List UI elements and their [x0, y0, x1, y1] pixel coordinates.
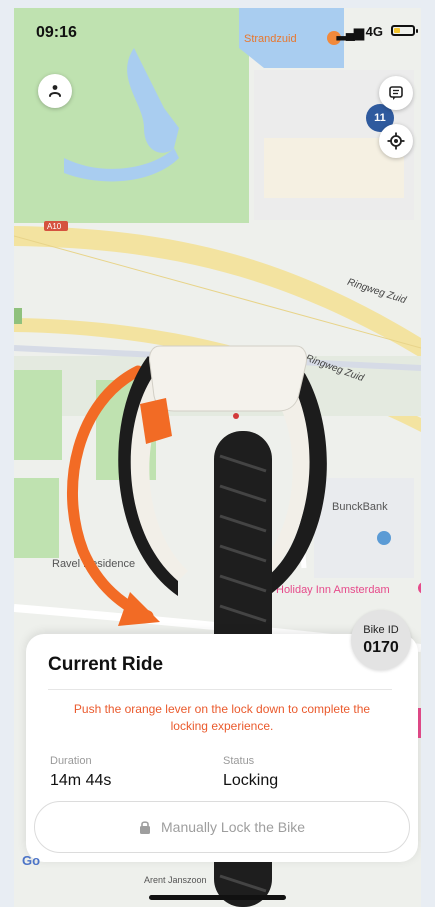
locate-button[interactable] — [379, 124, 413, 158]
duration-label: Duration — [50, 755, 92, 767]
card-divider — [48, 689, 392, 690]
status-time: 09:16 — [36, 24, 77, 41]
locate-icon — [387, 132, 405, 150]
message-icon — [389, 86, 403, 100]
network-type: 4G — [365, 24, 383, 39]
bike-id-value: 0170 — [363, 639, 399, 656]
road-label-a10: A10 — [47, 222, 62, 231]
card-title: Current Ride — [48, 654, 164, 675]
person-icon — [49, 85, 61, 97]
status-label: Status — [223, 755, 255, 767]
phone-screen: Strandzuid Ringweg Zuid Ringweg Zuid A10… — [14, 8, 421, 907]
battery-fill — [394, 28, 401, 33]
battery-icon — [391, 25, 418, 36]
duration-value: 14m 44s — [50, 772, 112, 789]
profile-button[interactable] — [38, 74, 72, 108]
home-indicator[interactable] — [149, 895, 286, 900]
signal-icon: ▂▄▆ — [336, 25, 364, 40]
message-button[interactable] — [379, 76, 413, 110]
status-value: Locking — [223, 772, 279, 789]
current-ride-card: Current Ride Push the orange lever on th… — [26, 634, 418, 862]
place-label-bunck: BunckBank — [332, 501, 388, 513]
bike-id-label: Bike ID — [363, 624, 399, 636]
google-logo: Go — [22, 853, 41, 868]
status-bar: 09:16 ▂▄▆ 4G — [14, 8, 421, 52]
manual-lock-button[interactable]: Manually Lock the Bike — [34, 801, 410, 853]
lock-instruction: Push the orange lever on the lock down t… — [73, 702, 371, 733]
manual-lock-label: Manually Lock the Bike — [161, 819, 305, 835]
bike-id-badge: Bike ID 0170 — [351, 610, 411, 670]
lock-icon — [140, 820, 151, 834]
